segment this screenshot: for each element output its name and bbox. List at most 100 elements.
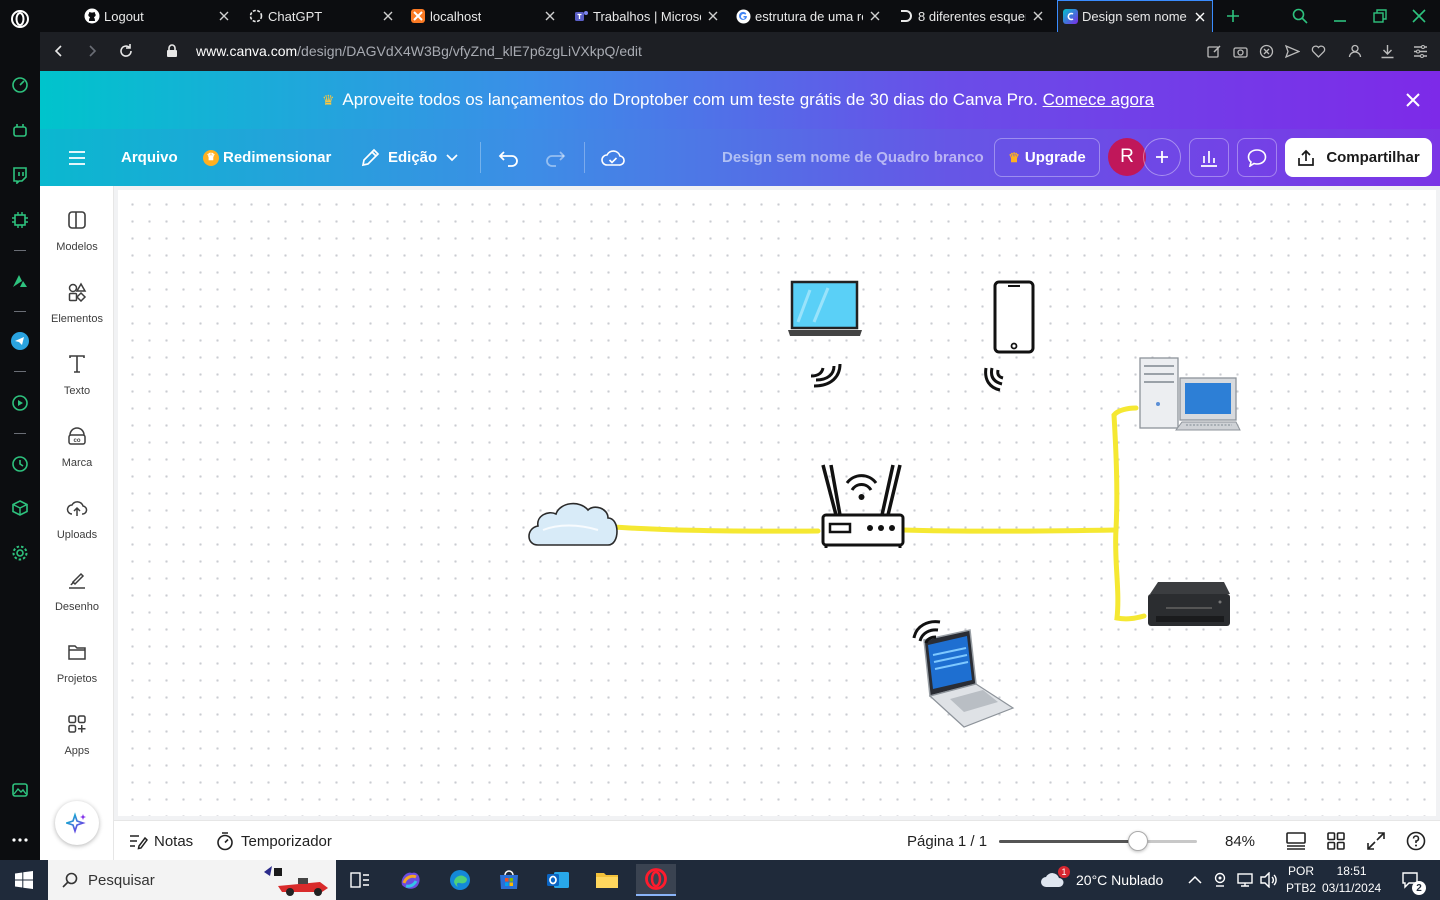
cloud-icon[interactable] <box>528 502 618 546</box>
windows-start-button[interactable] <box>0 860 48 900</box>
printer-icon[interactable] <box>1148 582 1230 626</box>
zoom-slider[interactable] <box>999 840 1197 843</box>
close-tab-icon[interactable] <box>542 8 558 24</box>
help-icon[interactable] <box>1405 830 1427 852</box>
wifi-router-icon[interactable] <box>821 464 905 548</box>
settings-gear-icon[interactable] <box>9 542 31 564</box>
panel-item-apps[interactable]: Apps <box>40 700 114 764</box>
tab-localhost[interactable]: localhost <box>410 0 558 32</box>
smartphone-icon[interactable] <box>993 280 1035 354</box>
network-button[interactable] <box>1236 860 1254 900</box>
gallery-icon[interactable] <box>9 779 31 801</box>
minimize-icon[interactable] <box>1330 6 1350 26</box>
close-tab-icon[interactable] <box>1030 8 1046 24</box>
send-icon[interactable] <box>1282 41 1302 61</box>
more-icon[interactable] <box>9 829 31 851</box>
whiteboard[interactable] <box>118 190 1436 816</box>
apps-shortcut-icon[interactable] <box>9 270 31 292</box>
outlook-app[interactable] <box>538 864 578 896</box>
extensions-icon[interactable] <box>9 497 31 519</box>
panel-item-brand[interactable]: co Marca <box>40 412 114 476</box>
panel-item-templates[interactable]: Modelos <box>40 196 114 260</box>
weather-widget[interactable]: 1 20°C Nublado <box>1040 860 1163 900</box>
store-app[interactable] <box>489 864 529 896</box>
telegram-icon[interactable] <box>9 330 31 352</box>
search-tabs-icon[interactable] <box>1290 6 1310 26</box>
upgrade-button[interactable]: ♛ Upgrade <box>994 138 1100 177</box>
twitch-icon[interactable] <box>9 164 31 186</box>
panel-item-projects[interactable]: Projetos <box>40 628 114 692</box>
undo-button[interactable] <box>498 129 520 186</box>
close-tab-icon[interactable] <box>705 8 721 24</box>
tab-google[interactable]: estrutura de uma rede <box>735 0 883 32</box>
page-indicator[interactable]: Página 1 / 1 <box>907 821 987 861</box>
taskbar-search[interactable]: Pesquisar <box>48 860 336 900</box>
history-icon[interactable] <box>9 453 31 475</box>
download-icon[interactable] <box>1377 41 1397 61</box>
profile-icon[interactable] <box>1345 41 1365 61</box>
tab-logout[interactable]: Logout <box>84 0 232 32</box>
close-tab-icon[interactable] <box>380 8 396 24</box>
language-indicator[interactable]: POR PTB2 <box>1286 860 1316 900</box>
adblock-icon[interactable] <box>1256 41 1276 61</box>
back-icon[interactable] <box>49 41 69 61</box>
copilot-app[interactable] <box>390 864 430 896</box>
close-tab-icon[interactable] <box>1192 9 1208 25</box>
cable[interactable] <box>900 405 1147 622</box>
snapshot-icon[interactable] <box>1230 41 1250 61</box>
speed-dial-icon[interactable] <box>9 74 31 96</box>
cpu-icon[interactable] <box>9 209 31 231</box>
tab-chatgpt[interactable]: ChatGPT <box>248 0 396 32</box>
edge-app[interactable] <box>440 864 480 896</box>
promo-cta-link[interactable]: Comece agora <box>1043 90 1155 109</box>
redo-button[interactable] <box>544 129 566 186</box>
show-hidden-icons-button[interactable] <box>1188 860 1202 900</box>
add-collaborator-button[interactable] <box>1143 138 1181 176</box>
magic-assistant-button[interactable] <box>55 801 99 845</box>
resize-button[interactable]: ♛ Redimensionar <box>203 129 331 186</box>
aria-icon[interactable] <box>9 119 31 141</box>
player-icon[interactable] <box>9 392 31 414</box>
timer-button[interactable]: Temporizador <box>216 821 332 861</box>
cable[interactable] <box>607 524 821 534</box>
file-explorer-app[interactable] <box>587 864 627 896</box>
laptop-icon[interactable] <box>923 629 1015 728</box>
tab-esquemas[interactable]: 8 diferentes esquemas <box>898 0 1046 32</box>
meet-now-button[interactable] <box>1212 860 1228 900</box>
comments-button[interactable] <box>1237 138 1277 177</box>
opera-logo-icon[interactable] <box>9 8 31 30</box>
insights-button[interactable] <box>1189 138 1229 177</box>
heart-icon[interactable] <box>1308 41 1328 61</box>
grid-view-icon[interactable] <box>1325 830 1347 852</box>
avatar[interactable]: R <box>1108 138 1146 176</box>
document-title[interactable]: Design sem nome de Quadro branco <box>722 149 984 166</box>
clock[interactable]: 18:51 03/11/2024 <box>1322 860 1381 900</box>
smart-tv-icon[interactable] <box>788 280 862 336</box>
tab-canva-design[interactable]: Design sem nome - Canva <box>1057 0 1213 32</box>
cloud-save-button[interactable] <box>601 129 625 186</box>
panel-item-draw[interactable]: Desenho <box>40 556 114 620</box>
url-field[interactable]: www.canva.com/design/DAGVdX4W3Bg/vfyZnd_… <box>196 43 642 59</box>
zoom-level[interactable]: 84% <box>1225 821 1255 861</box>
volume-button[interactable] <box>1260 860 1278 900</box>
edit-mode-button[interactable]: Edição <box>360 129 458 186</box>
reload-icon[interactable] <box>116 41 136 61</box>
notes-button[interactable]: Notas <box>128 821 193 861</box>
file-menu-button[interactable]: Arquivo <box>121 129 178 186</box>
close-window-icon[interactable] <box>1409 6 1429 26</box>
restore-icon[interactable] <box>1370 6 1390 26</box>
new-tab-button[interactable] <box>1223 6 1243 26</box>
fullscreen-icon[interactable] <box>1365 830 1387 852</box>
share-button[interactable]: Compartilhar <box>1285 138 1432 177</box>
task-view-button[interactable] <box>340 864 380 896</box>
close-tab-icon[interactable] <box>867 8 883 24</box>
zoom-slider-thumb[interactable] <box>1127 831 1148 851</box>
panel-item-text[interactable]: Texto <box>40 340 114 404</box>
forward-icon[interactable] <box>82 41 102 61</box>
lock-icon[interactable] <box>162 41 182 61</box>
desktop-computer-icon[interactable] <box>1139 357 1241 431</box>
tab-teams[interactable]: Trabalhos | Microsoft <box>573 0 721 32</box>
notification-center-button[interactable]: 2 <box>1398 860 1426 900</box>
menu-button[interactable] <box>68 129 86 186</box>
panel-item-uploads[interactable]: Uploads <box>40 484 114 548</box>
